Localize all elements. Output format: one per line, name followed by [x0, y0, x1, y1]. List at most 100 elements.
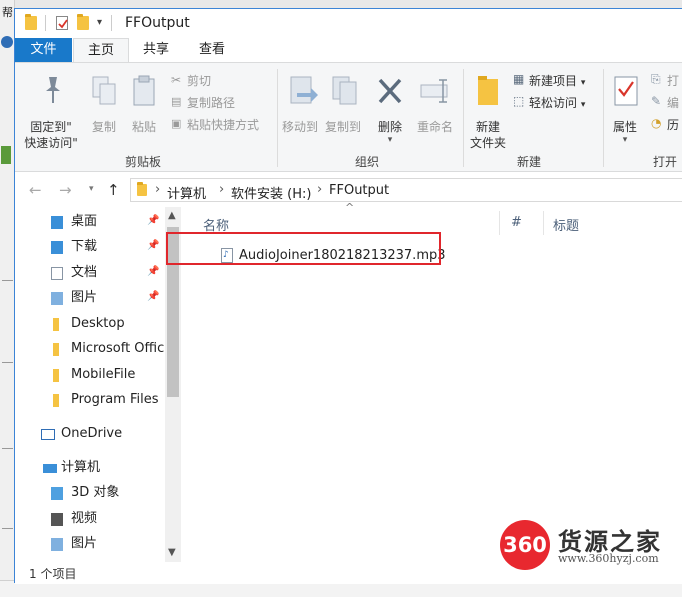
navigation-pane: 桌面 📌 下载 📌 文档 📌 图片 📌 Desktop Microsoft Of… [15, 207, 181, 562]
pinned-icon[interactable]: 📌 [147, 291, 159, 302]
breadcrumb-current-folder[interactable]: FFOutput [329, 183, 389, 198]
paste-shortcut-button[interactable]: 粘贴快捷方式 [187, 117, 259, 133]
watermark-url: www.360hyzj.com [558, 552, 659, 565]
breadcrumb-separator-icon[interactable]: › [317, 182, 322, 197]
chevron-down-icon: ▾ [580, 100, 586, 110]
folder-icon [25, 14, 37, 30]
pin-icon [41, 75, 65, 108]
document-icon [51, 267, 63, 280]
folder-icon [53, 343, 59, 356]
nav-item-videos[interactable]: 视频 [51, 508, 97, 530]
cut-button[interactable]: 剪切 [187, 73, 211, 89]
new-item-button[interactable]: 新建项目 ▾ [529, 73, 585, 91]
properties-check-icon[interactable] [56, 16, 68, 30]
folder-icon [137, 182, 147, 196]
tab-share[interactable]: 共享 [131, 38, 181, 62]
pinned-icon[interactable]: 📌 [147, 215, 159, 226]
3d-objects-icon [51, 487, 63, 500]
background-line [2, 362, 13, 363]
nav-item-pictures[interactable]: 图片 [51, 533, 97, 555]
copy-path-button[interactable]: 复制路径 [187, 95, 235, 111]
delete-button[interactable]: 删除 ▾ [371, 119, 409, 145]
nav-item-desktop[interactable]: 桌面 [51, 211, 97, 233]
delete-icon [377, 77, 403, 108]
nav-item-label: 视频 [71, 511, 98, 526]
nav-item-label: Program Files [71, 392, 159, 407]
up-arrow-icon[interactable]: ↑ [107, 181, 120, 199]
recent-locations-chevron-icon[interactable]: ▾ [89, 184, 94, 194]
nav-item-folder[interactable]: Desktop [51, 313, 125, 335]
clipboard-group-label: 剪贴板 [125, 155, 162, 169]
copy-icon [91, 75, 117, 110]
breadcrumb-drive[interactable]: 软件安装 (H:) [231, 183, 311, 202]
computer-icon [43, 464, 57, 473]
edit-button[interactable]: 编 [667, 95, 679, 111]
new-folder-quick-icon[interactable] [77, 14, 89, 30]
nav-item-pictures[interactable]: 图片 [51, 287, 97, 309]
window-title: FFOutput [125, 15, 190, 31]
nav-item-label: Desktop [71, 316, 125, 331]
chevron-down-icon: ▾ [622, 135, 628, 145]
move-to-icon [289, 75, 319, 110]
nav-item-label: 下载 [71, 239, 98, 254]
rename-button[interactable]: 重命名 [413, 119, 457, 135]
properties-label: 属性 [612, 120, 637, 134]
background-line [2, 280, 13, 281]
easy-access-icon: ⬚ [513, 94, 525, 108]
explorer-window: ▾ FFOutput 文件 主页 共享 查看 固定到" 快速访问" 复制 粘贴 … [14, 8, 682, 584]
nav-item-folder[interactable]: Microsoft Offic [51, 338, 165, 360]
scroll-down-icon[interactable]: ▼ [168, 547, 176, 558]
quick-access-dropdown-icon[interactable]: ▾ [97, 17, 102, 28]
nav-item-onedrive[interactable]: OneDrive [41, 423, 122, 445]
properties-icon [613, 75, 639, 110]
tab-file[interactable]: 文件 [15, 38, 72, 62]
column-header-number[interactable]: # [511, 215, 522, 230]
sort-ascending-icon: ^ [345, 201, 355, 214]
title-bar: ▾ FFOutput [15, 9, 682, 38]
paste-button[interactable]: 粘贴 [127, 119, 161, 135]
tab-view[interactable]: 查看 [185, 38, 239, 62]
nav-item-documents[interactable]: 文档 [51, 262, 97, 284]
history-button[interactable]: 历 [667, 117, 679, 133]
nav-item-3d-objects[interactable]: 3D 对象 [51, 482, 119, 504]
nav-item-folder[interactable]: Program Files [51, 389, 159, 411]
folder-icon [53, 369, 59, 382]
copy-to-button[interactable]: 复制到 [321, 119, 365, 135]
breadcrumb-computer[interactable]: 计算机 [167, 183, 206, 202]
nav-item-downloads[interactable]: 下载 [51, 236, 97, 258]
new-group-label: 新建 [517, 155, 542, 169]
download-icon [51, 241, 63, 254]
nav-item-computer[interactable]: 计算机 [41, 457, 100, 479]
onedrive-icon [41, 429, 55, 440]
open-group-label: 打开 [653, 155, 678, 169]
open-button[interactable]: 打 [667, 73, 679, 89]
background-app-strip: 帮 [0, 0, 15, 597]
folder-icon [53, 318, 59, 331]
scroll-up-icon[interactable]: ▲ [168, 210, 176, 221]
pinned-icon[interactable]: 📌 [147, 240, 159, 251]
forward-arrow-icon[interactable]: → [59, 181, 72, 199]
nav-item-label: 图片 [71, 290, 98, 305]
properties-button[interactable]: 属性 ▾ [607, 119, 643, 145]
back-arrow-icon[interactable]: ← [29, 181, 42, 199]
picture-icon [51, 538, 63, 551]
new-folder-label: 新建 [475, 120, 500, 134]
address-bar[interactable]: › 计算机 › 软件安装 (H:) › FFOutput [130, 178, 682, 202]
column-divider[interactable] [543, 211, 544, 235]
move-to-button[interactable]: 移动到 [279, 119, 321, 135]
copy-button[interactable]: 复制 [87, 119, 121, 135]
column-header-title[interactable]: 标题 [553, 215, 579, 234]
pinned-icon[interactable]: 📌 [147, 266, 159, 277]
desktop-icon [51, 216, 63, 229]
new-folder-button[interactable]: 新建 文件夹 [465, 119, 511, 151]
pin-quick-access-button[interactable]: 固定到" 快速访问" [21, 119, 81, 151]
breadcrumb-separator-icon[interactable]: › [219, 182, 224, 197]
easy-access-button[interactable]: 轻松访问 ▾ [529, 95, 585, 113]
background-line [2, 528, 13, 529]
column-divider[interactable] [499, 211, 500, 235]
background-app-label: 帮 [2, 6, 13, 19]
new-folder-icon [475, 73, 501, 110]
tab-home[interactable]: 主页 [73, 38, 129, 62]
nav-item-folder[interactable]: MobileFile [51, 364, 135, 386]
breadcrumb-separator-icon[interactable]: › [155, 182, 160, 197]
